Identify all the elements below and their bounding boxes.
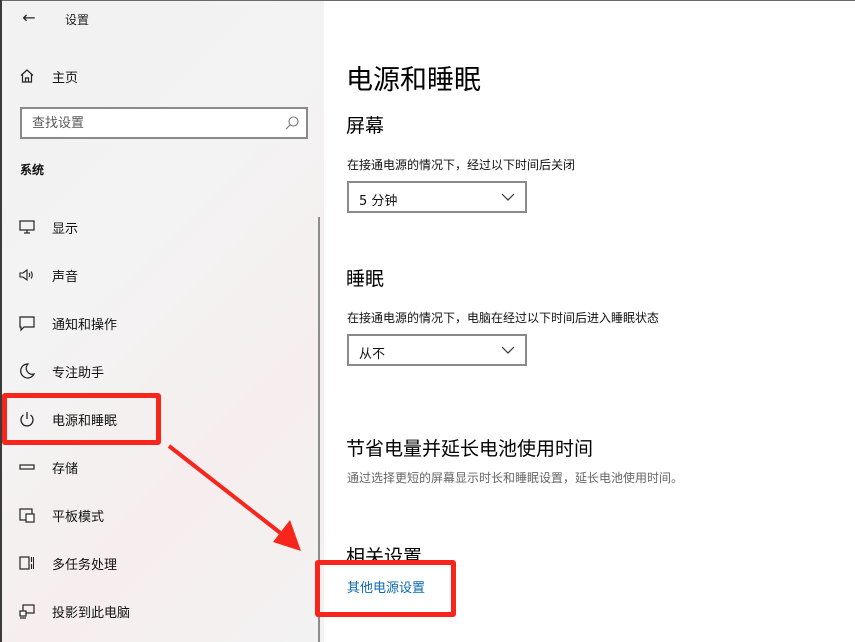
back-arrow-icon[interactable]: ← (18, 7, 40, 29)
page-title: 电源和睡眠 (346, 65, 481, 96)
battery-description: 通过选择更短的屏幕显示时长和睡眠设置，延长电池使用时间。 (347, 471, 684, 485)
sidebar-item-label: 声音 (52, 269, 79, 285)
chevron-down-icon (501, 193, 515, 201)
moon-icon (20, 363, 36, 379)
sidebar-item-label: 平板模式 (52, 509, 105, 525)
section-label-system: 系统 (20, 163, 45, 177)
sidebar-item-label: 通知和操作 (52, 317, 118, 333)
sleep-description: 在接通电源的情况下，电脑在经过以下时间后进入睡眠状态 (347, 311, 660, 325)
sidebar-item-tablet-mode[interactable]: 平板模式 (18, 501, 158, 529)
tablet-icon (19, 508, 35, 523)
sidebar-item-multitasking[interactable]: 多任务处理 (18, 549, 158, 577)
sidebar-item-home[interactable]: 主页 (18, 65, 78, 87)
dropdown-value: 从不 (359, 347, 386, 362)
sidebar-item-label: 显示 (52, 221, 79, 237)
sidebar-item-storage[interactable]: 存储 (18, 453, 158, 481)
monitor-icon (19, 220, 35, 234)
sidebar-item-project-to-pc[interactable]: 投影到此电脑 (18, 597, 158, 625)
search-input[interactable] (22, 109, 272, 137)
sidebar-item-label: 主页 (52, 70, 79, 86)
window-border-left (0, 0, 2, 642)
sidebar-item-label: 多任务处理 (52, 557, 118, 573)
screen-description: 在接通电源的情况下，经过以下时间后关闭 (347, 158, 576, 172)
sleep-timeout-dropdown[interactable]: 从不 (347, 334, 527, 366)
sidebar-item-display[interactable]: 显示 (18, 213, 158, 241)
sidebar-item-label: 专注助手 (52, 365, 105, 381)
notification-icon (19, 316, 35, 332)
multitask-icon (19, 556, 34, 570)
highlight-box-power-link (315, 560, 456, 617)
project-icon (19, 604, 35, 619)
sleep-heading: 睡眠 (346, 268, 385, 290)
highlight-box-power-sleep (2, 393, 161, 445)
chevron-down-icon (501, 346, 515, 354)
sidebar-item-label: 投影到此电脑 (52, 605, 131, 621)
sidebar-item-notifications[interactable]: 通知和操作 (18, 309, 158, 337)
dropdown-value: 5 分钟 (359, 194, 398, 209)
speaker-icon (19, 268, 33, 282)
screen-heading: 屏幕 (346, 115, 385, 137)
screen-timeout-dropdown[interactable]: 5 分钟 (347, 181, 527, 213)
home-icon (20, 69, 34, 83)
battery-heading: 节省电量并延长电池使用时间 (346, 438, 594, 460)
search-box[interactable] (20, 107, 308, 139)
sidebar: ← 设置 主页 系统 显示 声音 通知和操作 (2, 1, 324, 642)
window-title: 设置 (65, 13, 90, 27)
sidebar-item-label: 存储 (52, 461, 79, 477)
sidebar-item-focus-assist[interactable]: 专注助手 (18, 357, 158, 385)
sidebar-item-sound[interactable]: 声音 (18, 261, 158, 289)
search-icon[interactable] (284, 115, 300, 131)
storage-icon (19, 464, 35, 470)
